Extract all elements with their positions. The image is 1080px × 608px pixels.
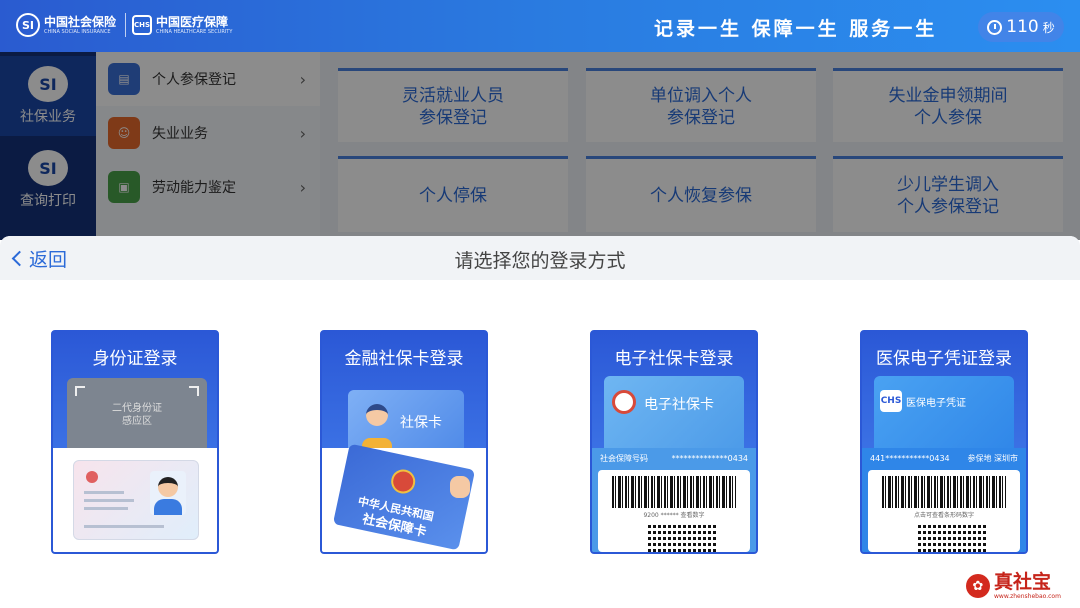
option-title: 医保电子凭证登录 [876, 349, 1012, 369]
modal-header: 返回 请选择您的登录方式 [0, 236, 1080, 280]
logo2-cn: 中国医疗保障 [156, 14, 229, 29]
alarm-clock-icon [987, 19, 1003, 35]
card-illustration: 441***********0434 参保地 深圳市 点击可查看条形码数字 [862, 448, 1026, 552]
code-bar: 441***********0434 参保地 深圳市 [862, 448, 1026, 468]
code-box: 点击可查看条形码数字 [868, 470, 1020, 552]
medical-voucher-icon: CHS 医保电子凭证 [874, 376, 1014, 458]
id-reader-area: 二代身份证 感应区 [67, 378, 207, 454]
card-illustration: 社会保障号码 **************0434 9200 ****** 查看… [592, 448, 756, 552]
barcode-number: 9200 ****** 查看数字 [643, 512, 705, 519]
bank-card-login-option[interactable]: 金融社保卡登录 社保卡 中华人民共和国 社会保障卡 [320, 330, 488, 554]
countdown-timer: 110 秒 [978, 12, 1064, 42]
bar-right: 参保地 深圳市 [967, 453, 1018, 463]
hand-icon [450, 476, 470, 498]
bar-left: 441***********0434 [870, 453, 950, 463]
card-illustration [53, 448, 217, 552]
bar-left: 社会保障号码 [600, 453, 648, 463]
medical-voucher-login-option[interactable]: 医保电子凭证登录 CHS 医保电子凭证 441***********0434 参… [860, 330, 1028, 554]
bar-right: **************0434 [671, 453, 748, 463]
reader-text: 二代身份证 感应区 [112, 403, 162, 427]
logo1-cn: 中国社会保险 [44, 14, 117, 29]
barcode-icon [882, 476, 1006, 508]
si-logo-icon: SI [16, 13, 40, 37]
timer-value: 110 [1006, 17, 1039, 37]
logo-divider [125, 13, 126, 37]
healthcare-security-logo: CHS 中国医疗保障 CHINA HEALTHCARE SECURITY [132, 12, 232, 38]
chs-logo-icon: CHS [132, 15, 152, 35]
chs-logo-icon: CHS [880, 390, 902, 412]
social-insurance-logo: SI 中国社会保险 CHINA SOCIAL INSURANCE [16, 12, 116, 38]
code-box: 9200 ****** 查看数字 [598, 470, 750, 552]
qr-code-icon [648, 522, 718, 552]
top-header: SI 中国社会保险 CHINA SOCIAL INSURANCE CHS 中国医… [0, 0, 1080, 52]
option-title: 金融社保卡登录 [344, 349, 464, 369]
e-social-card-icon: 电子社保卡 [604, 376, 744, 458]
id-card-icon [73, 460, 199, 540]
logo1-en: CHINA SOCIAL INSURANCE [44, 28, 111, 35]
id-card-login-option[interactable]: 身份证登录 二代身份证 感应区 [51, 330, 219, 554]
social-card-icon: 社保卡 [348, 390, 464, 454]
login-method-modal: 返回 请选择您的登录方式 身份证登录 二代身份证 感应区 金融社保卡登录 社保卡… [0, 236, 1080, 608]
social-card-label: 社保卡 [400, 415, 442, 431]
e-card-label: 电子社保卡 [644, 397, 714, 413]
slogan: 记录一生 保障一生 服务一生 [654, 18, 938, 40]
logo2-en: CHINA HEALTHCARE SECURITY [156, 28, 233, 35]
watermark: ✿ 真社宝 www.zhenshebao.com [966, 570, 1074, 602]
med-card-label: 医保电子凭证 [906, 398, 966, 409]
option-title: 身份证登录 [92, 349, 178, 369]
watermark-logo-icon: ✿ [966, 574, 990, 598]
watermark-en: www.zhenshebao.com [994, 592, 1061, 600]
modal-title: 请选择您的登录方式 [454, 250, 626, 272]
code-bar: 社会保障号码 **************0434 [592, 448, 756, 468]
watermark-cn: 真社宝 [994, 570, 1052, 593]
card-illustration: 中华人民共和国 社会保障卡 [322, 443, 486, 552]
barcode-icon [612, 476, 736, 508]
qr-code-icon [918, 522, 988, 552]
e-social-card-login-option[interactable]: 电子社保卡登录 电子社保卡 社会保障号码 **************0434 … [590, 330, 758, 554]
timer-unit: 秒 [1042, 20, 1055, 35]
modal-overlay[interactable] [0, 52, 1080, 240]
option-title: 电子社保卡登录 [614, 349, 734, 369]
barcode-number: 点击可查看条形码数字 [913, 512, 974, 519]
